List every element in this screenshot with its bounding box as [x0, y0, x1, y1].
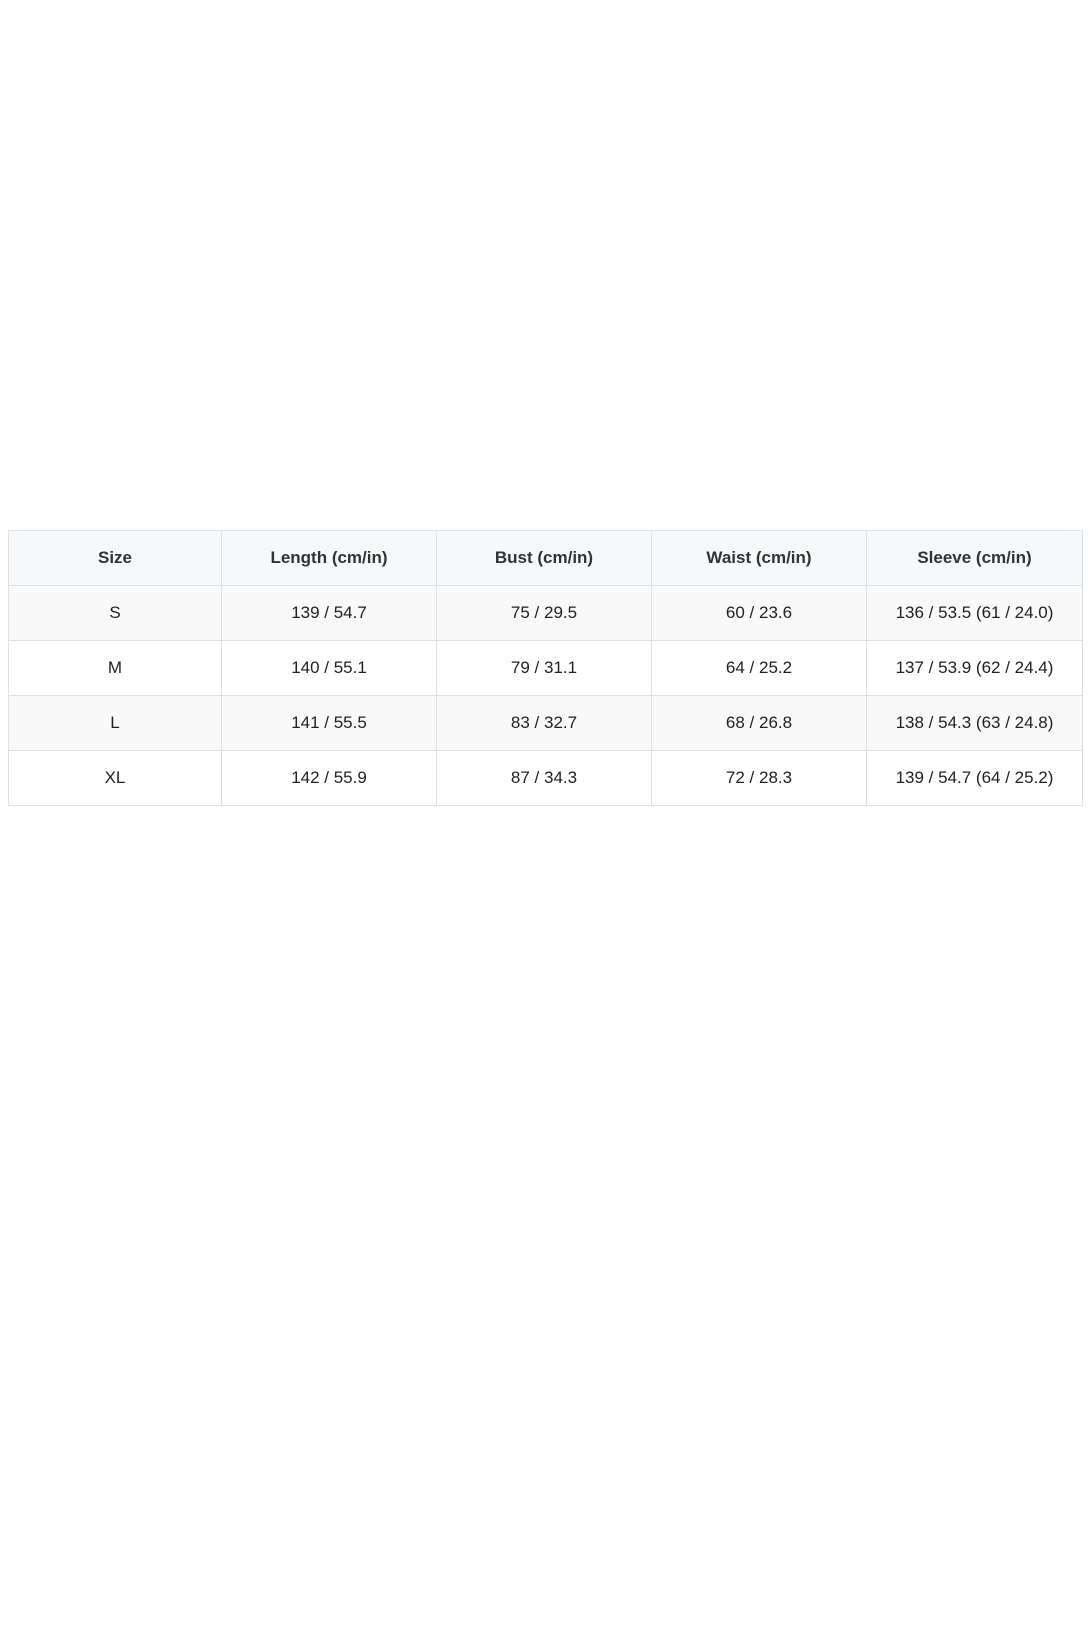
cell-size: L: [8, 695, 222, 751]
size-chart-header: Size Length (cm/in) Bust (cm/in) Waist (…: [8, 530, 1083, 586]
cell-size: M: [8, 640, 222, 696]
header-bust: Bust (cm/in): [436, 530, 652, 586]
size-chart-body: S 139 / 54.7 75 / 29.5 60 / 23.6 136 / 5…: [8, 585, 1083, 806]
cell-bust: 87 / 34.3: [436, 750, 652, 806]
cell-bust: 79 / 31.1: [436, 640, 652, 696]
cell-waist: 60 / 23.6: [651, 585, 867, 641]
header-row: Size Length (cm/in) Bust (cm/in) Waist (…: [8, 530, 1083, 586]
header-size: Size: [8, 530, 222, 586]
header-sleeve: Sleeve (cm/in): [866, 530, 1083, 586]
cell-bust: 75 / 29.5: [436, 585, 652, 641]
table-row: XL 142 / 55.9 87 / 34.3 72 / 28.3 139 / …: [8, 750, 1083, 806]
cell-waist: 72 / 28.3: [651, 750, 867, 806]
header-waist: Waist (cm/in): [651, 530, 867, 586]
cell-waist: 68 / 26.8: [651, 695, 867, 751]
cell-sleeve: 139 / 54.7 (64 / 25.2): [866, 750, 1083, 806]
cell-sleeve: 137 / 53.9 (62 / 24.4): [866, 640, 1083, 696]
cell-length: 140 / 55.1: [221, 640, 437, 696]
table-row: L 141 / 55.5 83 / 32.7 68 / 26.8 138 / 5…: [8, 695, 1083, 751]
cell-sleeve: 138 / 54.3 (63 / 24.8): [866, 695, 1083, 751]
cell-length: 141 / 55.5: [221, 695, 437, 751]
cell-sleeve: 136 / 53.5 (61 / 24.0): [866, 585, 1083, 641]
cell-length: 139 / 54.7: [221, 585, 437, 641]
table-row: M 140 / 55.1 79 / 31.1 64 / 25.2 137 / 5…: [8, 640, 1083, 696]
cell-size: S: [8, 585, 222, 641]
cell-bust: 83 / 32.7: [436, 695, 652, 751]
cell-waist: 64 / 25.2: [651, 640, 867, 696]
cell-size: XL: [8, 750, 222, 806]
header-length: Length (cm/in): [221, 530, 437, 586]
size-chart-table: Size Length (cm/in) Bust (cm/in) Waist (…: [8, 530, 1083, 806]
table-row: S 139 / 54.7 75 / 29.5 60 / 23.6 136 / 5…: [8, 585, 1083, 641]
cell-length: 142 / 55.9: [221, 750, 437, 806]
